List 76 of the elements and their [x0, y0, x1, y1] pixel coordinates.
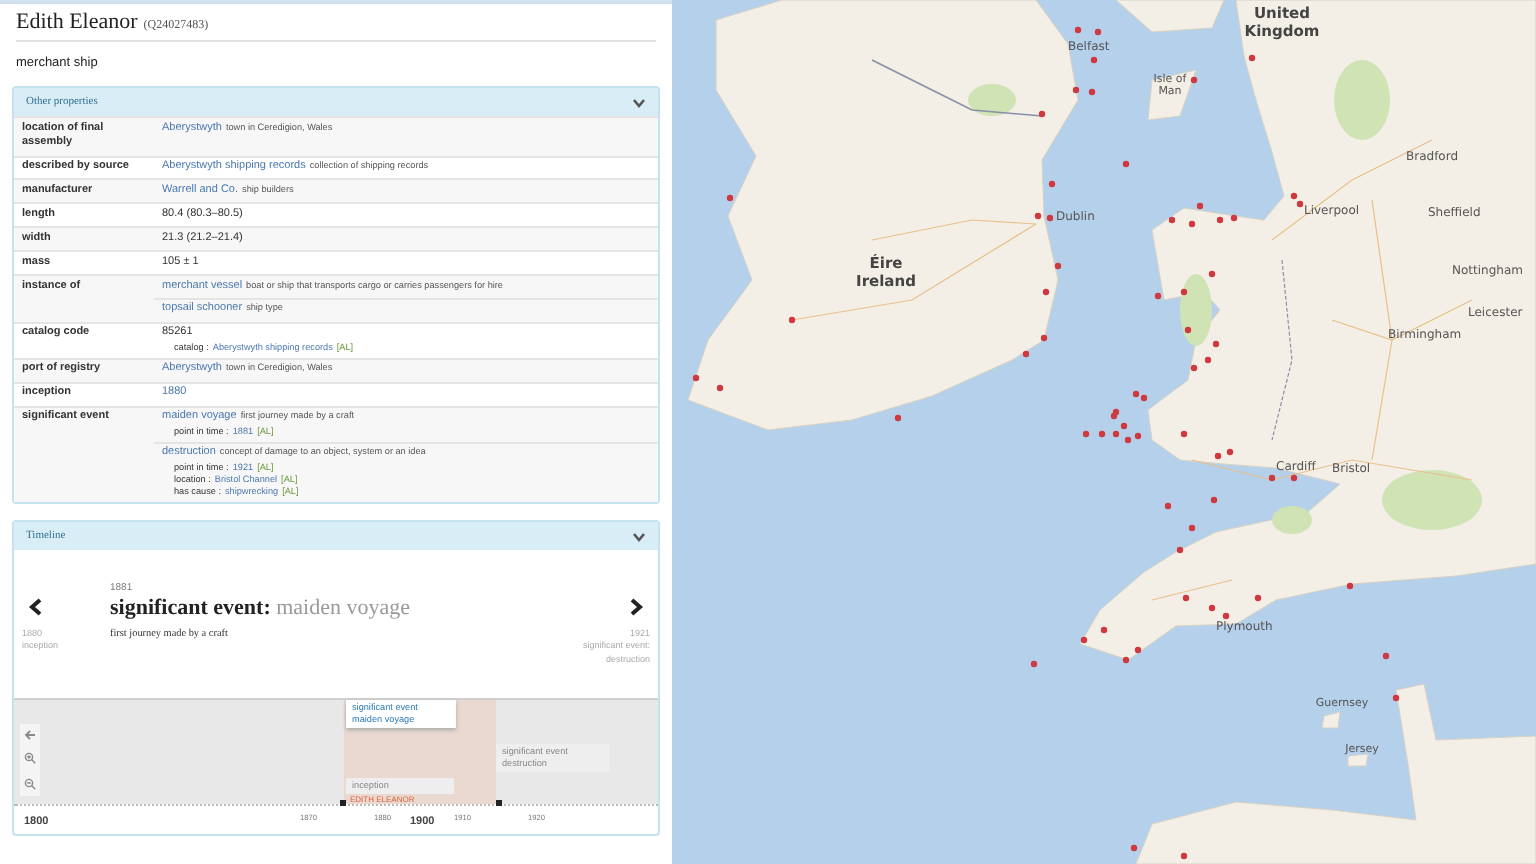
map-marker[interactable]	[1122, 160, 1130, 168]
map-marker[interactable]	[1190, 76, 1198, 84]
map-marker[interactable]	[1030, 660, 1038, 668]
map-marker[interactable]	[1132, 390, 1140, 398]
map-marker[interactable]	[1210, 496, 1218, 504]
map-marker[interactable]	[1176, 546, 1184, 554]
map-marker[interactable]	[1216, 216, 1224, 224]
item-title: Edith Eleanor	[16, 10, 138, 34]
map-marker[interactable]	[726, 194, 734, 202]
map-marker[interactable]	[1046, 214, 1054, 222]
map-marker[interactable]	[1042, 288, 1050, 296]
map-marker[interactable]	[1082, 430, 1090, 438]
map-marker[interactable]	[1140, 394, 1148, 402]
map-marker[interactable]	[1134, 432, 1142, 440]
map-marker[interactable]	[1248, 54, 1256, 62]
map-marker[interactable]	[1290, 192, 1298, 200]
zoom-in-icon[interactable]	[24, 752, 36, 765]
map-marker[interactable]	[1110, 412, 1118, 420]
map-marker[interactable]	[1100, 626, 1108, 634]
map-marker[interactable]	[1196, 202, 1204, 210]
chevron-down-icon[interactable]	[632, 531, 646, 541]
map-marker[interactable]	[1346, 582, 1354, 590]
map-marker[interactable]	[1296, 200, 1304, 208]
map-marker[interactable]	[1022, 350, 1030, 358]
map-marker[interactable]	[1072, 86, 1080, 94]
map-marker[interactable]	[1154, 292, 1162, 300]
event-point-marker	[340, 800, 346, 806]
map-marker[interactable]	[1098, 430, 1106, 438]
map-marker[interactable]	[1230, 214, 1238, 222]
map-marker[interactable]	[1040, 334, 1048, 342]
map-marker[interactable]	[1074, 26, 1082, 34]
map-marker[interactable]	[1188, 524, 1196, 532]
map-marker[interactable]	[1204, 356, 1212, 364]
map-marker[interactable]	[1124, 436, 1132, 444]
map-marker[interactable]	[1226, 448, 1234, 456]
event-point-marker	[496, 800, 502, 806]
map-marker[interactable]	[1180, 288, 1188, 296]
map-marker[interactable]	[1188, 220, 1196, 228]
map-marker[interactable]	[1290, 474, 1298, 482]
map-marker[interactable]	[1182, 594, 1190, 602]
map-marker[interactable]	[1080, 636, 1088, 644]
map-marker[interactable]	[1164, 502, 1172, 510]
back-arrow-icon[interactable]	[24, 730, 36, 741]
map-marker[interactable]	[692, 374, 700, 382]
map-marker[interactable]	[1130, 844, 1138, 852]
map-marker[interactable]	[716, 384, 724, 392]
map-marker[interactable]	[1222, 612, 1230, 620]
map-marker[interactable]	[1382, 652, 1390, 660]
map-marker[interactable]	[1208, 270, 1216, 278]
map-marker[interactable]	[1180, 430, 1188, 438]
map-marker[interactable]	[894, 414, 902, 422]
map-marker[interactable]	[1184, 326, 1192, 334]
map-marker[interactable]	[1134, 646, 1142, 654]
zoom-out-icon[interactable]	[24, 777, 36, 790]
map-marker[interactable]	[1034, 212, 1042, 220]
map-marker[interactable]	[1392, 694, 1400, 702]
map-marker[interactable]	[1254, 594, 1262, 602]
map-marker[interactable]	[1214, 452, 1222, 460]
map-marker[interactable]	[1094, 28, 1102, 36]
map-marker[interactable]	[1038, 110, 1046, 118]
map-marker[interactable]	[1168, 216, 1176, 224]
map-marker[interactable]	[1208, 604, 1216, 612]
map-marker[interactable]	[1090, 56, 1098, 64]
map-marker[interactable]	[1122, 656, 1130, 664]
map-marker[interactable]	[788, 316, 796, 324]
map-marker[interactable]	[1190, 364, 1198, 372]
map-marker[interactable]	[1180, 852, 1188, 860]
map-marker[interactable]	[1120, 422, 1128, 430]
map-marker[interactable]	[1048, 180, 1056, 188]
event-heading: significant event: maiden voyage	[110, 596, 413, 620]
map-marker[interactable]	[1212, 340, 1220, 348]
map-marker[interactable]	[1088, 88, 1096, 96]
chevron-down-icon[interactable]	[632, 97, 646, 107]
map-marker[interactable]	[1112, 430, 1120, 438]
map-marker[interactable]	[1268, 474, 1276, 482]
map-marker[interactable]	[1054, 262, 1062, 270]
